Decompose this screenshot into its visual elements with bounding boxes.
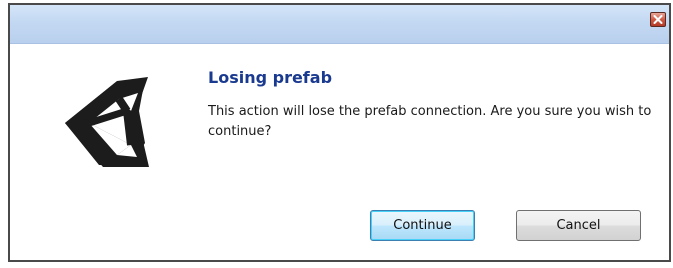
continue-button[interactable]: Continue <box>370 210 475 241</box>
title-bar[interactable] <box>10 5 669 44</box>
close-icon <box>653 15 663 24</box>
dialog-body: Losing prefab This action will lose the … <box>10 44 669 260</box>
dialog-message: This action will lose the prefab connect… <box>208 104 652 139</box>
dialog-heading: Losing prefab <box>208 68 333 87</box>
cancel-button[interactable]: Cancel <box>516 210 641 241</box>
close-button[interactable] <box>650 12 666 27</box>
unity-logo-icon <box>53 71 157 175</box>
dialog-window: Losing prefab This action will lose the … <box>8 3 671 262</box>
